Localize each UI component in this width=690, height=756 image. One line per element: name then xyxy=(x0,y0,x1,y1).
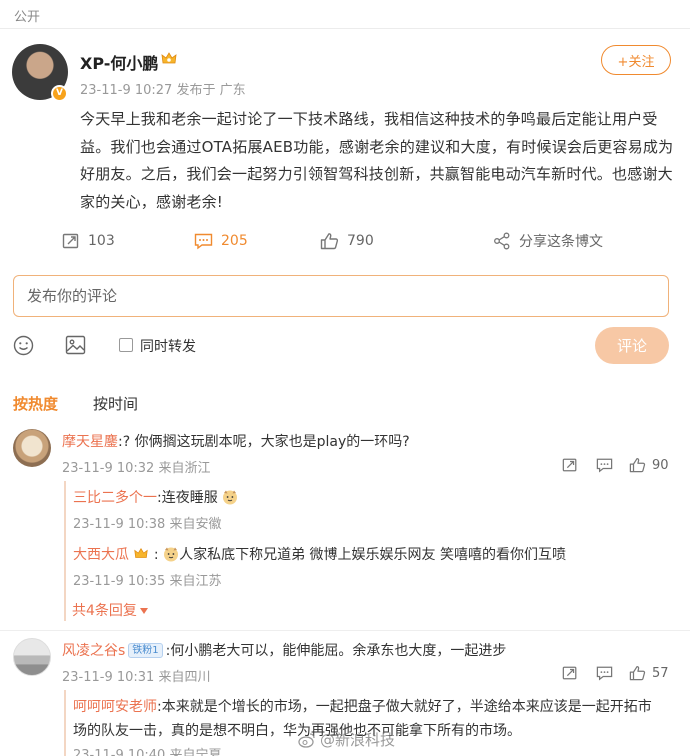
reply-text: :本来就是个增长的市场，一起把盘子做大就好了，半途给本来应该是一起开拓市 xyxy=(157,699,652,715)
crown-badge-icon xyxy=(134,547,149,558)
comment-text: :何小鹏老大可以，能伸能屈。余承东也大度，一起进步 xyxy=(165,643,507,659)
reply-text: :连夜睡服 xyxy=(157,490,218,506)
comment-icon[interactable] xyxy=(596,457,613,473)
replier-name[interactable]: 呵呵呵安老师 xyxy=(73,699,157,715)
tab-sort-hot[interactable]: 按热度 xyxy=(13,393,58,414)
reply-meta: 23-11-9 10:38 来自安徽 xyxy=(73,517,222,532)
share-icon xyxy=(494,232,510,250)
repost-icon[interactable] xyxy=(562,457,578,473)
weibo-logo-icon xyxy=(298,732,315,748)
comment-line: 摩天星鏖:? 你俩搁这玩剧本呢，大家也是play的一环吗? xyxy=(62,431,410,451)
watermark: @新浪科技 xyxy=(298,729,395,750)
more-replies-link[interactable]: 共4条回复 xyxy=(72,600,148,620)
reply-text: 人家私底下称兄道弟 微博上娱乐娱乐网友 笑嘻嘻的看你们互喷 xyxy=(179,547,566,563)
verified-badge-icon: V xyxy=(51,85,68,102)
chevron-down-icon xyxy=(139,608,148,614)
reply-text-continued: 场的队友一击，真的是想不明白，华为再强他也不可能拿下所有的市场。 xyxy=(73,723,521,739)
comment-actions: 90 xyxy=(562,456,669,474)
post-text: 今天早上我和老余一起讨论了一下技术路线，我相信这种技术的争鸣最后定能让用户受益。… xyxy=(80,110,674,211)
top-divider xyxy=(0,28,690,29)
reply-line: 大西大瓜 : 人家私底下称兄道弟 微博上娱乐娱乐网友 笑嘻嘻的看你们互喷 xyxy=(73,544,566,564)
image-icon[interactable] xyxy=(65,335,86,355)
crown-badge-icon xyxy=(161,52,177,64)
reply-line: 三比二多个一:连夜睡服 xyxy=(73,487,238,507)
reply-meta: 23-11-9 10:40 来自宁夏 xyxy=(73,748,222,756)
thumbs-up-icon[interactable] xyxy=(629,457,646,473)
repost-icon xyxy=(62,233,79,249)
post-meta: 23-11-9 10:27 发布于 广东 xyxy=(80,83,246,98)
comment-divider xyxy=(0,630,690,631)
reply-thread-bar xyxy=(64,690,66,756)
share-button[interactable]: 分享这条博文 xyxy=(493,228,603,254)
emoji-icon[interactable] xyxy=(13,335,34,356)
comment-button[interactable]: 205 xyxy=(194,228,248,254)
reply-thread-bar xyxy=(64,481,66,621)
author-name[interactable]: XP-何小鹏 xyxy=(80,50,158,74)
replier-name[interactable]: 大西大瓜 xyxy=(73,547,129,563)
reply-meta: 23-11-9 10:35 来自江苏 xyxy=(73,574,222,589)
repost-checkbox[interactable] xyxy=(119,338,133,352)
post-actions: 103 205 790 分享这条博文 xyxy=(0,228,690,254)
commenter-name[interactable]: 风凌之谷s xyxy=(62,643,125,659)
comment-text: :? 你俩搁这玩剧本呢，大家也是play的一环吗? xyxy=(118,434,410,450)
thumbs-up-icon[interactable] xyxy=(629,665,646,681)
repost-icon[interactable] xyxy=(562,665,578,681)
follow-button[interactable]: +关注 xyxy=(601,45,671,75)
submit-comment-button[interactable]: 评论 xyxy=(595,327,669,364)
comment-like-count: 90 xyxy=(652,457,669,473)
reply-text-prefix: : xyxy=(153,547,159,563)
comment-icon[interactable] xyxy=(596,665,613,681)
comment-meta: 23-11-9 10:31 来自四川 xyxy=(62,670,211,685)
repost-button[interactable]: 103 xyxy=(62,228,115,254)
comment-count: 205 xyxy=(221,233,248,249)
fan-badge: 铁粉1 xyxy=(128,643,163,658)
comment-icon xyxy=(194,233,213,250)
commenter-avatar[interactable] xyxy=(13,638,51,676)
commenter-avatar[interactable] xyxy=(13,429,51,467)
like-count: 790 xyxy=(347,233,374,249)
comment-like-count: 57 xyxy=(652,665,669,681)
like-button[interactable]: 790 xyxy=(320,228,374,254)
thumbs-up-icon xyxy=(320,233,339,250)
repost-count: 103 xyxy=(88,233,115,249)
comment-actions: 57 xyxy=(562,664,669,682)
comment-meta: 23-11-9 10:32 来自浙江 xyxy=(62,461,211,476)
dog-emoji-icon xyxy=(164,547,179,562)
watermark-text: @新浪科技 xyxy=(320,731,396,749)
tab-sort-time[interactable]: 按时间 xyxy=(93,393,138,414)
replier-name[interactable]: 三比二多个一 xyxy=(73,490,157,506)
dog-emoji-icon xyxy=(223,490,238,505)
comment-line: 风凌之谷s 铁粉1:何小鹏老大可以，能伸能屈。余承东也大度，一起进步 xyxy=(62,640,506,660)
commenter-name[interactable]: 摩天星鏖 xyxy=(62,434,118,450)
reply-line: 呵呵呵安老师:本来就是个增长的市场，一起把盘子做大就好了，半途给本来应该是一起开… xyxy=(73,696,652,716)
share-label: 分享这条博文 xyxy=(519,234,603,250)
comment-input[interactable] xyxy=(13,275,669,317)
more-replies-label: 共4条回复 xyxy=(72,603,137,619)
repost-checkbox-label: 同时转发 xyxy=(140,339,196,355)
visibility-label: 公开 xyxy=(14,10,41,25)
